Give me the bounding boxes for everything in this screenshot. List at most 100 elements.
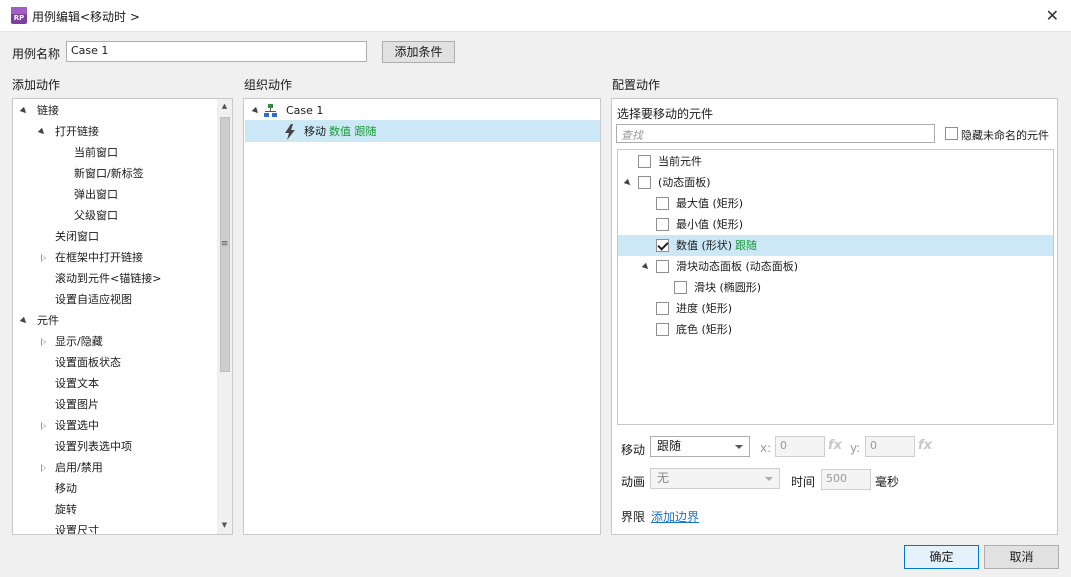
move-type-value: 跟随 <box>657 439 682 453</box>
expand-closed-icon[interactable] <box>41 338 46 346</box>
expand-open-icon[interactable] <box>19 316 29 326</box>
add-action-item[interactable]: 新窗口/新标签 <box>13 163 213 184</box>
add-action-label: 设置列表选中项 <box>55 440 132 453</box>
add-bounds-link[interactable]: 添加边界 <box>651 508 699 525</box>
add-action-item[interactable]: 显示/隐藏 <box>13 331 213 352</box>
expand-open-icon[interactable] <box>37 127 47 137</box>
add-action-item[interactable]: 设置图片 <box>13 394 213 415</box>
add-action-item[interactable]: 设置列表选中项 <box>13 436 213 457</box>
widget-tree[interactable]: 当前元件 (动态面板) 最大值 (矩形) 最小值 (矩形) 数值 (形状) 跟随 滑块动态面… <box>617 149 1054 425</box>
add-action-item[interactable]: 弹出窗口 <box>13 184 213 205</box>
widget-row[interactable]: 数值 (形状) 跟随 <box>618 235 1053 256</box>
widget-row[interactable]: 最大值 (矩形) <box>618 193 1053 214</box>
widget-row[interactable]: (动态面板) <box>618 172 1053 193</box>
animation-select[interactable]: 无 <box>650 468 780 489</box>
expand-closed-icon[interactable] <box>41 422 46 430</box>
case-name-label: 用例名称 <box>12 47 61 61</box>
scroll-down-icon[interactable]: ▼ <box>217 521 232 529</box>
add-action-item[interactable]: 设置自适应视图 <box>13 289 213 310</box>
case-row[interactable]: Case 1 <box>244 100 600 121</box>
ok-button[interactable]: 确定 <box>904 545 979 569</box>
widget-checkbox[interactable] <box>638 176 651 189</box>
widget-row[interactable]: 进度 (矩形) <box>618 298 1053 319</box>
case-tree-icon <box>264 104 277 117</box>
add-action-item[interactable]: 打开链接 <box>13 121 213 142</box>
add-action-item[interactable]: 关闭窗口 <box>13 226 213 247</box>
widget-row[interactable]: 最小值 (矩形) <box>618 214 1053 235</box>
widget-label: 滑块 (椭圆形) <box>694 281 762 294</box>
close-icon[interactable]: ✕ <box>1046 6 1059 25</box>
add-action-item[interactable]: 旋转 <box>13 499 213 520</box>
scroll-up-icon[interactable]: ▲ <box>217 102 232 110</box>
widget-move-type: 跟随 <box>735 239 757 252</box>
action-prefix: 移动 <box>304 125 326 138</box>
expand-open-icon[interactable] <box>251 106 261 116</box>
add-action-item[interactable]: 在框架中打开链接 <box>13 247 213 268</box>
title-bar: RP 用例编辑<移动时 > ✕ <box>0 0 1071 32</box>
widget-row[interactable]: 滑块动态面板 (动态面板) <box>618 256 1053 277</box>
hide-unnamed-checkbox[interactable] <box>945 127 958 140</box>
expand-open-icon[interactable] <box>623 178 633 188</box>
add-action-label: 在框架中打开链接 <box>55 251 143 264</box>
add-action-label: 设置尺寸 <box>55 524 99 535</box>
expand-closed-icon[interactable] <box>41 254 46 262</box>
add-action-item[interactable]: 链接 <box>13 100 213 121</box>
action-target: 数值 跟随 <box>329 125 377 138</box>
expand-open-icon[interactable] <box>19 106 29 116</box>
add-action-item[interactable]: 设置面板状态 <box>13 352 213 373</box>
add-action-item[interactable]: 设置尺寸 <box>13 520 213 535</box>
expand-closed-icon[interactable] <box>41 464 46 472</box>
hide-unnamed-label: 隐藏未命名的元件 <box>961 129 1049 142</box>
organize-actions-panel[interactable]: Case 1 移动 数值 跟随 <box>243 98 601 535</box>
add-actions-scrollbar[interactable]: ▲ ≡ ▼ <box>217 99 232 534</box>
configure-actions-panel: 选择要移动的元件 查找 隐藏未命名的元件 当前元件 (动态面板) 最大值 (矩形) 最… <box>611 98 1058 535</box>
add-action-item[interactable]: 启用/禁用 <box>13 457 213 478</box>
add-action-label: 启用/禁用 <box>55 461 103 474</box>
x-fx-icon[interactable]: fx <box>828 438 842 453</box>
move-action-row[interactable]: 移动 数值 跟随 <box>244 121 600 142</box>
add-action-label: 移动 <box>55 482 77 495</box>
widget-checkbox[interactable] <box>674 281 687 294</box>
widget-row[interactable]: 当前元件 <box>618 151 1053 172</box>
add-action-item[interactable]: 设置选中 <box>13 415 213 436</box>
scroll-grip-icon: ≡ <box>220 239 229 249</box>
cancel-button[interactable]: 取消 <box>984 545 1059 569</box>
add-condition-button[interactable]: 添加条件 <box>382 41 455 63</box>
x-label: x: <box>760 441 772 455</box>
widget-label: 进度 (矩形) <box>676 302 733 315</box>
select-widgets-label: 选择要移动的元件 <box>617 107 714 121</box>
add-action-label: 设置面板状态 <box>55 356 121 369</box>
y-fx-icon[interactable]: fx <box>918 438 932 453</box>
widget-search-input[interactable]: 查找 <box>616 124 935 143</box>
add-actions-panel[interactable]: 链接打开链接 当前窗口 新窗口/新标签 弹出窗口 父级窗口 关闭窗口在框架中打开链接滚动到… <box>12 98 233 535</box>
add-action-item[interactable]: 父级窗口 <box>13 205 213 226</box>
widget-row[interactable]: 底色 (矩形) <box>618 319 1053 340</box>
widget-checkbox[interactable] <box>656 260 669 273</box>
widget-checkbox[interactable] <box>656 323 669 336</box>
move-type-select[interactable]: 跟随 <box>650 436 750 457</box>
time-input[interactable]: 500 <box>821 469 871 490</box>
widget-row[interactable]: 滑块 (椭圆形) <box>618 277 1053 298</box>
case-name-input[interactable]: Case 1 <box>66 41 367 62</box>
widget-checkbox[interactable] <box>638 155 651 168</box>
widget-checkbox[interactable] <box>656 218 669 231</box>
widget-checkbox[interactable] <box>656 197 669 210</box>
add-action-label: 链接 <box>37 104 59 117</box>
add-action-item[interactable]: 设置文本 <box>13 373 213 394</box>
add-action-item[interactable]: 滚动到元件<锚链接> <box>13 268 213 289</box>
add-action-item[interactable]: 元件 <box>13 310 213 331</box>
add-action-label: 滚动到元件<锚链接> <box>55 272 162 285</box>
y-input[interactable]: 0 <box>865 436 915 457</box>
organize-actions-heading: 组织动作 <box>244 78 293 92</box>
add-action-label: 设置文本 <box>55 377 99 390</box>
add-action-item[interactable]: 移动 <box>13 478 213 499</box>
expand-open-icon[interactable] <box>641 262 651 272</box>
add-action-item[interactable]: 当前窗口 <box>13 142 213 163</box>
x-input[interactable]: 0 <box>775 436 825 457</box>
window-title: 用例编辑<移动时 > <box>32 10 140 24</box>
bounds-label: 界限 <box>621 510 646 524</box>
widget-checkbox[interactable] <box>656 302 669 315</box>
widget-checkbox[interactable] <box>656 239 669 252</box>
add-actions-heading: 添加动作 <box>12 78 61 92</box>
widget-label: 当前元件 <box>658 155 702 168</box>
